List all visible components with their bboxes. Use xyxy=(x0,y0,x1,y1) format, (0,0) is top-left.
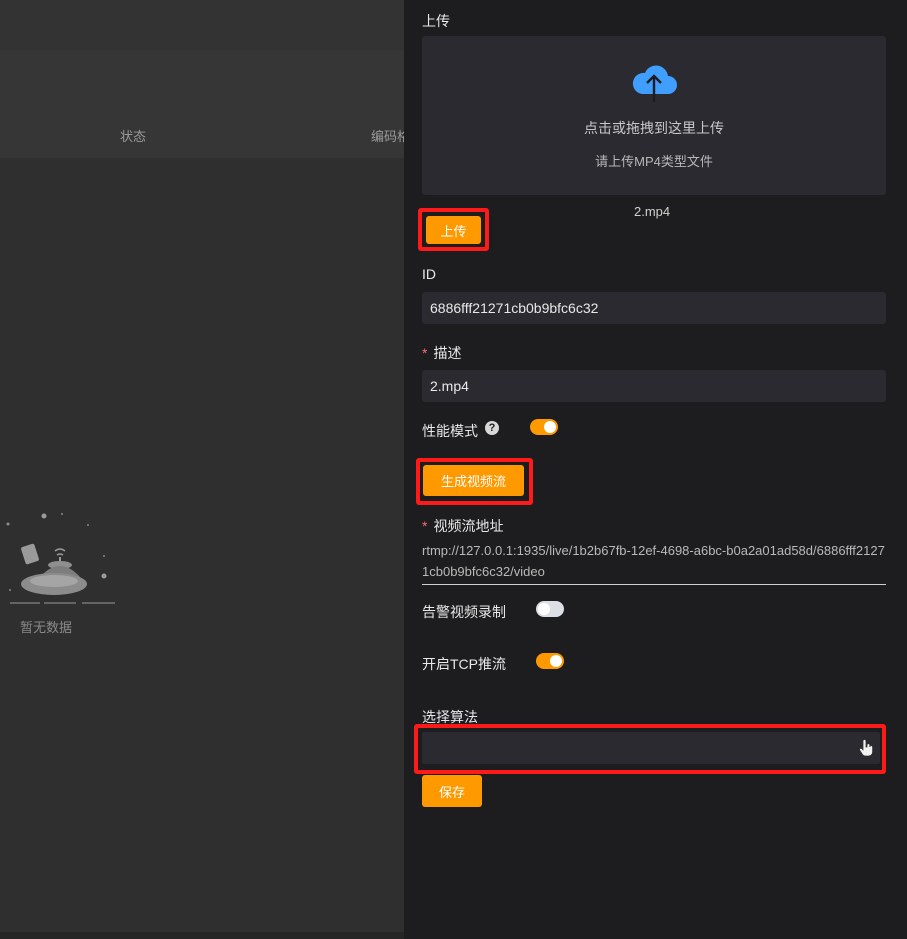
uploaded-file-name[interactable]: 2.mp4 xyxy=(634,204,670,219)
cloud-upload-icon xyxy=(632,65,677,102)
upload-drop-text: 点击或拖拽到这里上传 xyxy=(584,120,724,136)
alarm-record-switch[interactable] xyxy=(536,601,564,617)
description-label-text: 描述 xyxy=(433,345,462,361)
edit-drawer: 上传 点击或拖拽到这里上传 请上传MP4类型文件 2.mp4 上传 ID 688… xyxy=(404,0,907,939)
background-table-header xyxy=(0,50,404,158)
column-header-status: 状态 xyxy=(120,129,147,144)
empty-illustration xyxy=(0,505,120,635)
stream-url-label-text: 视频流地址 xyxy=(433,518,504,534)
algorithm-select[interactable] xyxy=(422,732,880,764)
hand-pointer-icon xyxy=(859,739,873,757)
stream-url-label: * 视频流地址 xyxy=(422,516,503,536)
performance-mode-label: 性能模式 xyxy=(422,423,478,439)
save-button[interactable]: 保存 xyxy=(422,775,482,807)
upload-label: 上传 xyxy=(422,13,450,29)
generate-stream-button[interactable]: 生成视频流 xyxy=(423,465,524,496)
alarm-record-label: 告警视频录制 xyxy=(422,604,506,620)
description-label: * 描述 xyxy=(422,343,461,363)
column-header-codec: 编码格 xyxy=(371,129,404,144)
id-input[interactable]: 6886fff21271cb0b9bfc6c32 xyxy=(422,292,886,324)
required-mark: * xyxy=(422,345,428,361)
tcp-push-label: 开启TCP推流 xyxy=(422,656,506,672)
upload-dropzone[interactable]: 点击或拖拽到这里上传 请上传MP4类型文件 xyxy=(422,36,886,195)
background-topbar xyxy=(0,0,404,50)
upload-button[interactable]: 上传 xyxy=(426,216,481,244)
empty-text: 暂无数据 xyxy=(20,620,73,635)
required-mark: * xyxy=(422,518,428,534)
question-help-icon[interactable]: ? xyxy=(485,421,499,435)
description-input[interactable]: 2.mp4 xyxy=(422,370,886,402)
background-bottom-bar xyxy=(0,932,404,939)
performance-mode-switch[interactable] xyxy=(530,419,558,435)
id-label: ID xyxy=(422,266,436,282)
tcp-push-switch[interactable] xyxy=(536,653,564,669)
upload-tip: 请上传MP4类型文件 xyxy=(595,154,713,169)
stream-url-field[interactable]: rtmp://127.0.0.1:1935/live/1b2b67fb-12ef… xyxy=(422,540,886,585)
